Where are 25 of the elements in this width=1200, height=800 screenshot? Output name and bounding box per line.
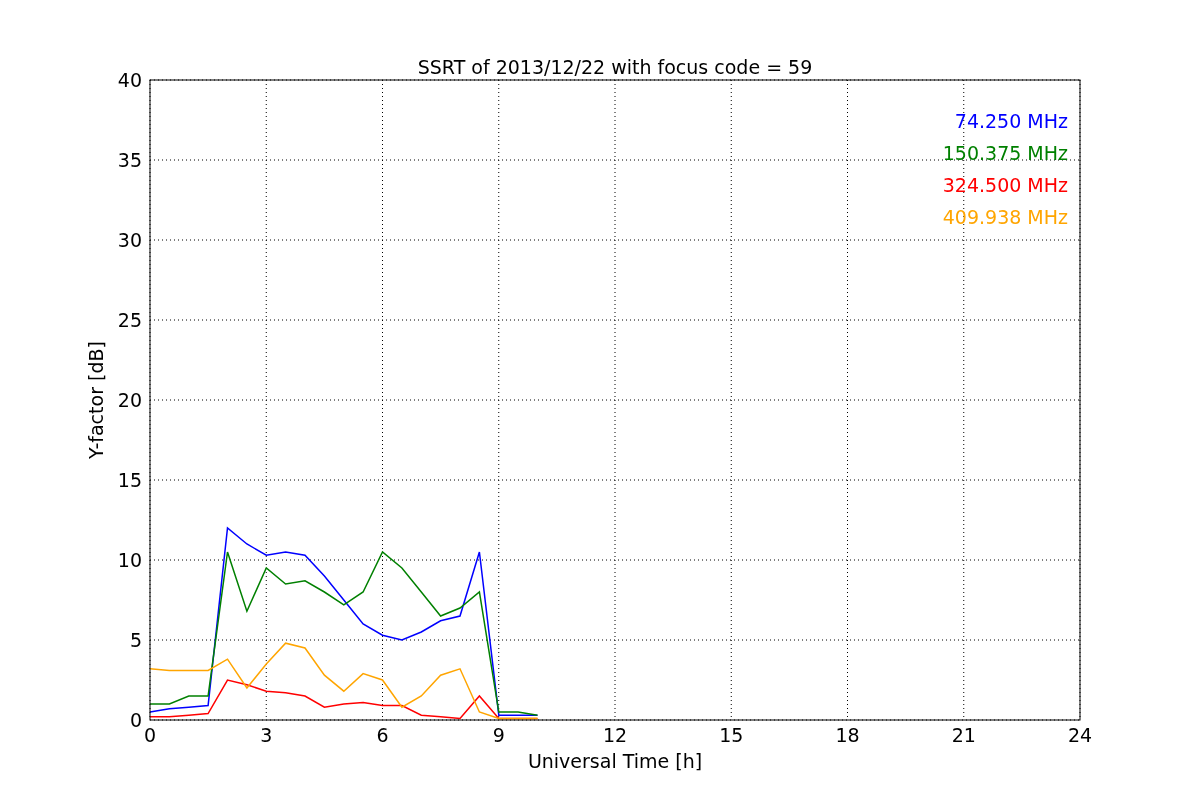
y-tick-label: 40 xyxy=(117,69,142,91)
x-tick-label: 15 xyxy=(719,724,744,746)
x-tick-label: 0 xyxy=(143,724,157,746)
x-axis-label: Universal Time [h] xyxy=(527,750,703,772)
chart-title: SSRT of 2013/12/22 with focus code = 59 xyxy=(417,56,813,78)
x-tick-label: 21 xyxy=(951,724,976,746)
x-tick-label: 24 xyxy=(1067,724,1093,746)
legend-label: 74.250 MHz xyxy=(954,110,1068,132)
legend-label: 409.938 MHz xyxy=(942,206,1068,228)
x-tick-label: 3 xyxy=(260,724,273,746)
legend-label: 150.375 MHz xyxy=(942,142,1068,164)
y-axis-label: Y-factor [dB] xyxy=(85,341,107,459)
y-tick-label: 0 xyxy=(129,709,142,731)
y-tick-label: 5 xyxy=(129,629,142,651)
x-tick-label: 12 xyxy=(602,724,628,746)
y-tick-label: 30 xyxy=(117,229,142,251)
y-tick-label: 15 xyxy=(117,469,142,491)
y-tick-label: 35 xyxy=(117,149,142,171)
x-tick-label: 18 xyxy=(835,724,860,746)
y-tick-label: 25 xyxy=(117,309,142,331)
x-tick-label: 6 xyxy=(376,724,389,746)
legend-label: 324.500 MHz xyxy=(942,174,1068,196)
y-tick-label: 20 xyxy=(117,389,142,411)
y-tick-label: 10 xyxy=(117,549,142,571)
x-tick-label: 9 xyxy=(492,724,505,746)
